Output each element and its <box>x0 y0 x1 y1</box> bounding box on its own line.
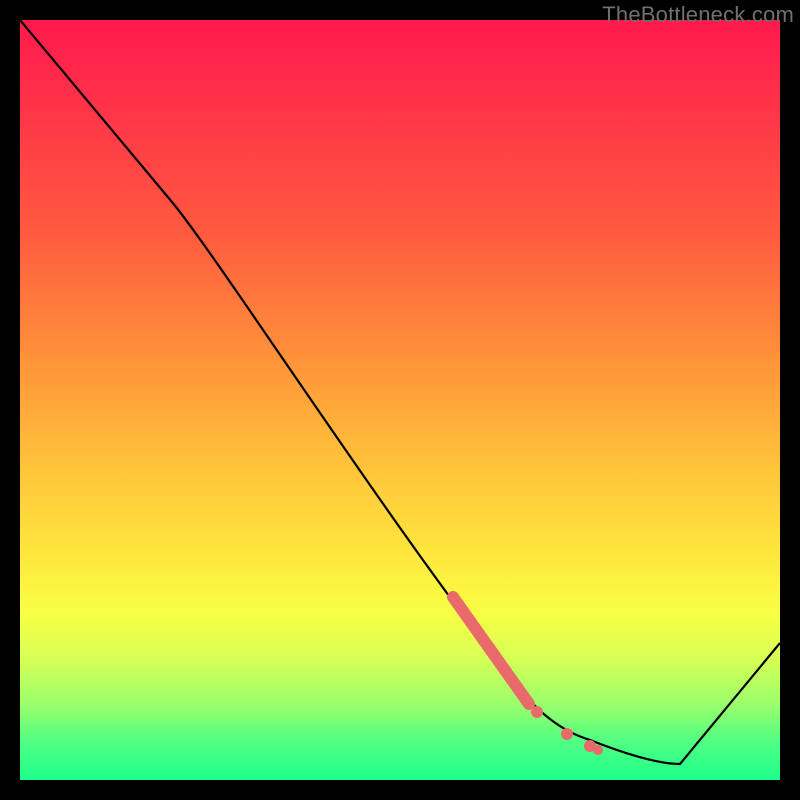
highlight-dot <box>561 728 573 740</box>
chart-svg <box>20 20 780 780</box>
plot-area <box>20 20 780 780</box>
highlight-dot <box>531 706 543 718</box>
highlight-dot <box>593 745 603 755</box>
highlight-band <box>453 597 529 704</box>
curve-line <box>20 20 780 764</box>
watermark-text: TheBottleneck.com <box>602 2 794 28</box>
chart-frame: TheBottleneck.com <box>0 0 800 800</box>
